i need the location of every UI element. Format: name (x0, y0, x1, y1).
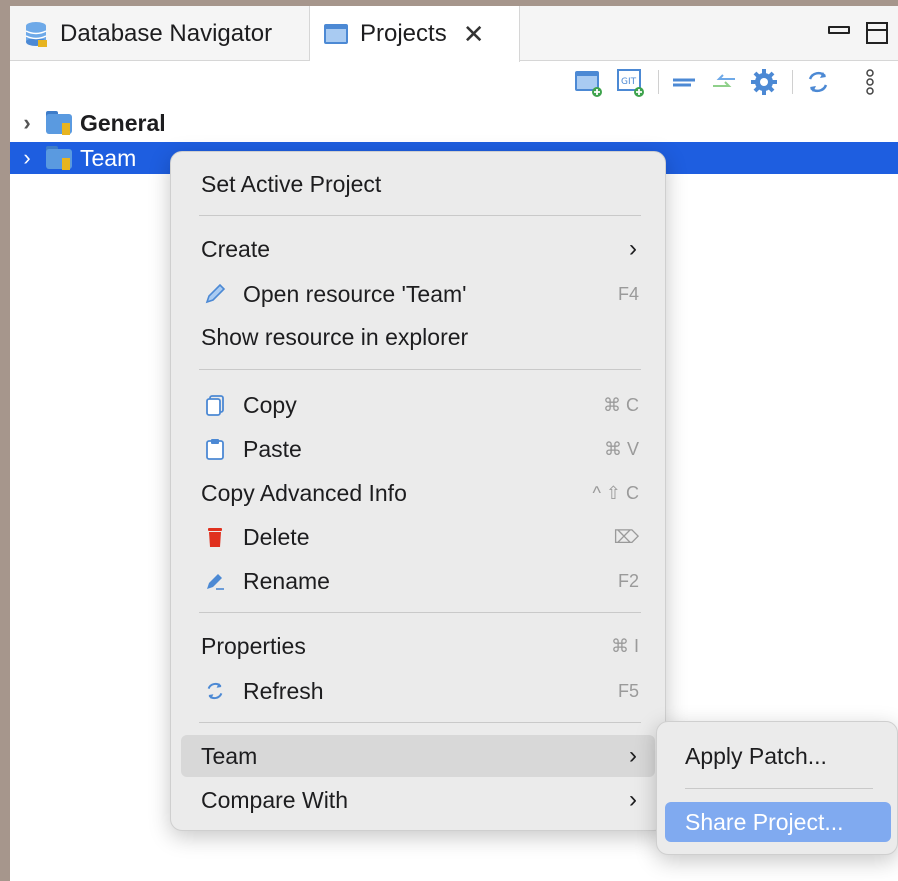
chevron-right-icon[interactable]: › (10, 110, 44, 136)
rename-icon (201, 567, 229, 595)
projects-toolbar: GIT (560, 66, 898, 102)
collapse-all-icon[interactable] (668, 66, 700, 98)
menu-item-apply-patch[interactable]: Apply Patch... (665, 736, 891, 776)
menu-item-label: Create (201, 235, 271, 262)
shortcut-label: ⌘ I (610, 635, 639, 656)
menu-separator (199, 612, 641, 613)
maximize-icon[interactable] (866, 22, 888, 44)
menu-separator (199, 722, 641, 723)
menu-item-label: Compare With (201, 786, 348, 813)
git-clone-icon[interactable]: GIT (614, 66, 646, 98)
tab-label: Projects (360, 20, 447, 47)
minimize-icon[interactable] (828, 26, 850, 34)
projects-icon (322, 20, 350, 48)
team-submenu: Apply Patch... Share Project... (656, 721, 898, 855)
chevron-right-icon: › (629, 786, 637, 813)
tree-item-label: Team (80, 144, 137, 171)
database-icon (22, 20, 50, 48)
menu-item-rename[interactable]: Rename F2 (181, 560, 655, 602)
menu-item-label: Team (201, 742, 258, 769)
settings-icon[interactable] (748, 66, 780, 98)
trash-icon (201, 523, 229, 551)
svg-text:GIT: GIT (621, 77, 637, 87)
menu-item-label: Open resource 'Team' (243, 280, 467, 307)
shortcut-label: F4 (617, 283, 639, 304)
menu-separator (685, 788, 873, 789)
shortcut-label: ^ ⇧ C (592, 482, 639, 503)
toolbar-separator (658, 70, 659, 94)
refresh-icon[interactable] (802, 66, 834, 98)
project-folder-icon (44, 111, 74, 135)
menu-item-label: Copy Advanced Info (201, 479, 407, 506)
menu-item-label: Set Active Project (201, 170, 382, 197)
menu-item-label: Share Project... (685, 808, 844, 835)
menu-item-team[interactable]: Team › (181, 735, 655, 777)
tree-item-label: General (80, 109, 166, 136)
clipboard-icon (201, 435, 229, 463)
menu-item-label: Show resource in explorer (201, 323, 469, 350)
menu-item-show-in-explorer[interactable]: Show resource in explorer (181, 316, 655, 358)
pencil-icon (201, 280, 229, 308)
view-tab-bar: Database Navigator Projects ✕ (10, 6, 898, 62)
menu-item-label: Properties (201, 632, 306, 659)
menu-item-label: Apply Patch... (685, 742, 827, 769)
tab-database-navigator[interactable]: Database Navigator (10, 6, 310, 61)
new-project-icon[interactable] (572, 66, 604, 98)
view-menu-icon[interactable] (860, 66, 880, 98)
tab-projects[interactable]: Projects ✕ (310, 6, 520, 62)
menu-item-label: Refresh (243, 677, 324, 704)
window-frame-left (0, 0, 10, 881)
menu-item-paste[interactable]: Paste ⌘ V (181, 428, 655, 470)
refresh-icon (201, 677, 229, 705)
context-menu: Set Active Project Create › Open resourc… (170, 151, 666, 831)
project-folder-icon (44, 146, 74, 170)
menu-item-compare-with[interactable]: Compare With › (181, 779, 655, 821)
menu-item-delete[interactable]: Delete ⌦ (181, 516, 655, 558)
menu-item-label: Delete (243, 523, 310, 550)
shortcut-label: F2 (617, 570, 639, 591)
tree-item-general[interactable]: › General (10, 107, 898, 139)
menu-item-create[interactable]: Create › (181, 228, 655, 270)
copy-icon (201, 391, 229, 419)
menu-item-set-active-project[interactable]: Set Active Project (181, 163, 655, 205)
shortcut-label: F5 (617, 680, 639, 701)
menu-separator (199, 215, 641, 216)
menu-item-label: Copy (243, 391, 297, 418)
shortcut-label: ⌘ V (603, 438, 639, 459)
menu-item-properties[interactable]: Properties ⌘ I (181, 625, 655, 667)
menu-item-share-project[interactable]: Share Project... (665, 802, 891, 842)
shortcut-label: ⌘ C (603, 394, 639, 415)
menu-separator (199, 369, 641, 370)
chevron-right-icon: › (629, 235, 637, 262)
chevron-right-icon[interactable]: › (10, 145, 44, 171)
menu-item-label: Rename (243, 567, 330, 594)
menu-item-label: Paste (243, 435, 302, 462)
menu-item-refresh[interactable]: Refresh F5 (181, 670, 655, 712)
menu-item-copy-advanced-info[interactable]: Copy Advanced Info ^ ⇧ C (181, 472, 655, 514)
toolbar-separator (792, 70, 793, 94)
menu-item-copy[interactable]: Copy ⌘ C (181, 384, 655, 426)
chevron-right-icon: › (629, 742, 637, 769)
tab-label: Database Navigator (60, 19, 273, 47)
menu-item-open-resource[interactable]: Open resource 'Team' F4 (181, 273, 655, 315)
link-editor-icon[interactable] (708, 66, 740, 98)
close-icon[interactable]: ✕ (463, 19, 485, 50)
shortcut-label: ⌦ (613, 526, 639, 547)
